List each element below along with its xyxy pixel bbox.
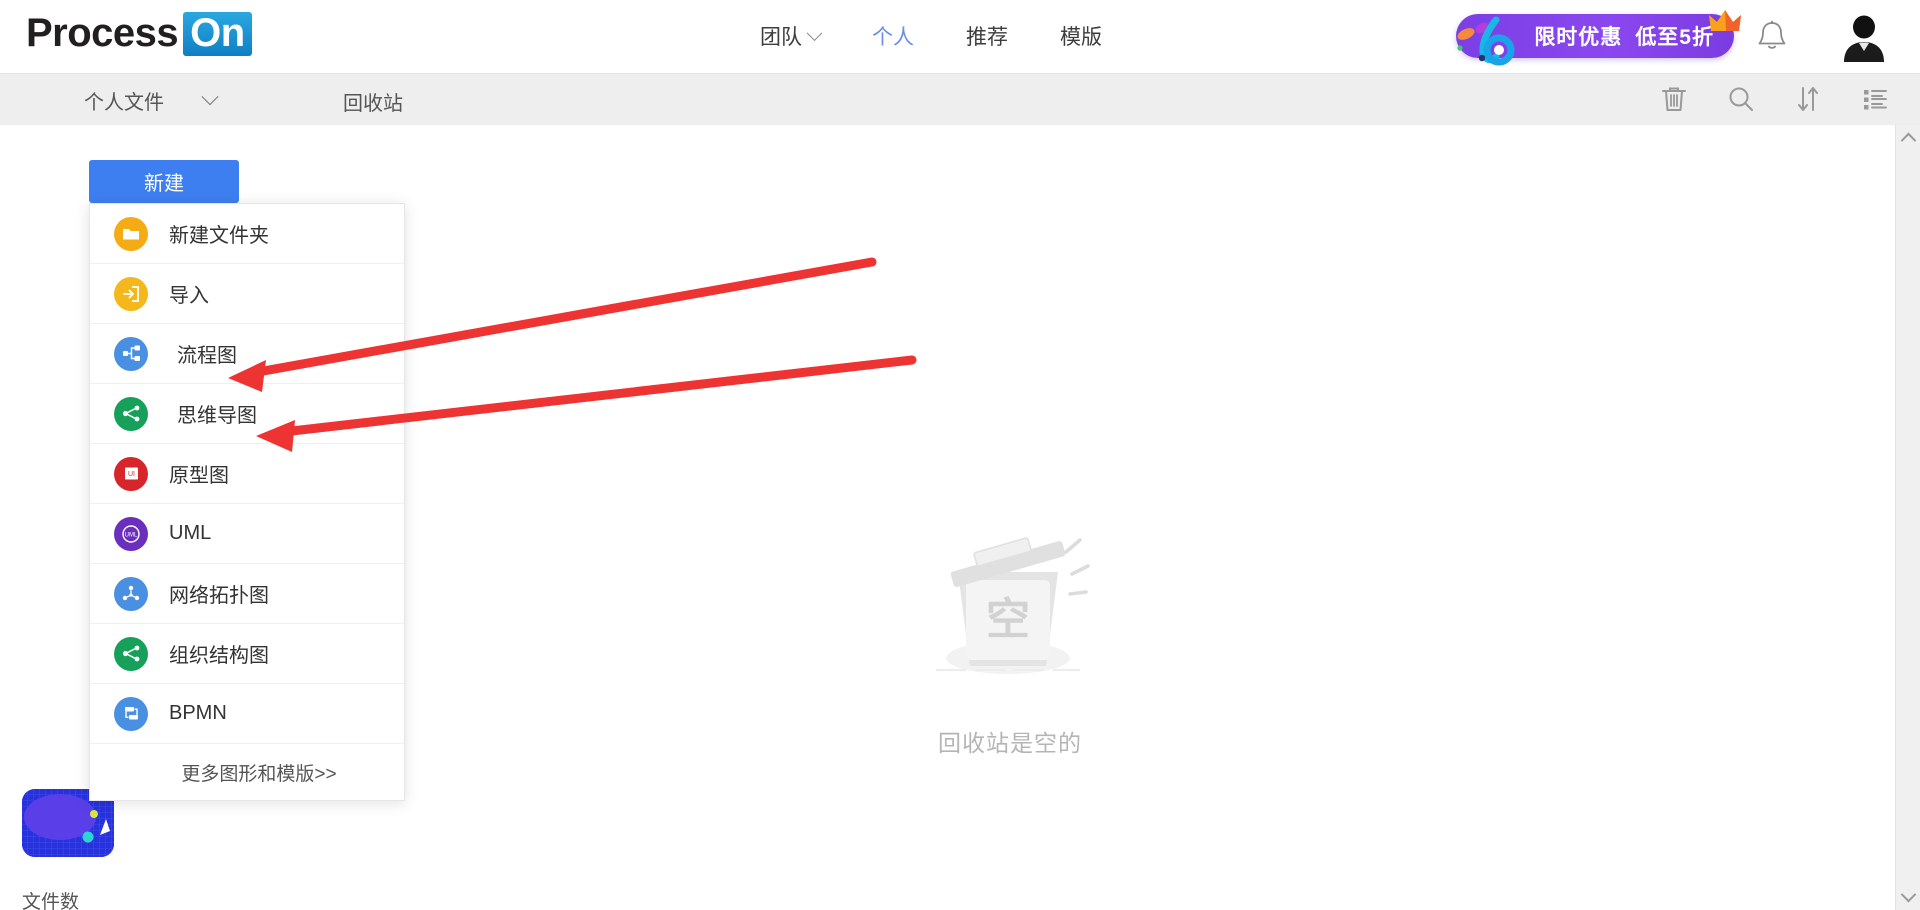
network-topology-icon (114, 576, 148, 611)
flowchart-icon (114, 336, 148, 371)
scrollbar-up-button[interactable] (1896, 125, 1920, 150)
promo-text-right: 低至5折 (1635, 26, 1714, 49)
empty-state-label: 回收站是空的 (938, 730, 1082, 756)
user-avatar-button[interactable] (1838, 10, 1890, 62)
app-root: Process On 团队 个人 推荐 模版 限时优惠 低至5折 个人文件 回收… (0, 0, 1920, 910)
nav-item-team-label: 团队 (760, 25, 802, 49)
uml-icon: UML (114, 516, 148, 551)
menu-item-more-shapes[interactable]: 更多图形和模版>> (90, 744, 404, 800)
empty-badge-text: 空 (986, 595, 1030, 644)
folder-selector-label: 个人文件 (84, 92, 164, 114)
logo-text-on: On (183, 11, 252, 56)
menu-item-prototype[interactable]: UI 原型图 (90, 444, 404, 504)
folder-icon (114, 216, 148, 251)
logo-text-process: Process (26, 11, 179, 55)
top-header: Process On 团队 个人 推荐 模版 限时优惠 低至5折 (0, 0, 1920, 74)
notification-bell-button[interactable] (1752, 16, 1792, 56)
menu-item-mindmap-label: 思维导图 (177, 405, 257, 427)
nav-item-templates-label: 模版 (1060, 25, 1102, 49)
svg-text:UI: UI (128, 471, 135, 478)
nav-item-templates[interactable]: 模版 (1060, 27, 1102, 48)
sub-toolbar: 个人文件 回收站 (0, 74, 1920, 125)
menu-item-network-topology-label: 网络拓扑图 (169, 585, 269, 607)
nav-item-recommend[interactable]: 推荐 (966, 27, 1008, 48)
bell-icon (1758, 20, 1786, 49)
chevron-down-icon (201, 87, 219, 105)
mindmap-icon (114, 396, 148, 431)
svg-text:UML: UML (125, 532, 138, 538)
main-navigation: 团队 个人 推荐 模版 (760, 0, 1102, 74)
search-icon[interactable] (1726, 84, 1756, 114)
folder-selector[interactable]: 个人文件 (84, 86, 219, 115)
nav-item-personal-label: 个人 (872, 25, 914, 49)
org-chart-icon (114, 636, 148, 671)
toolbar-actions (1659, 84, 1890, 114)
menu-item-bpmn-label: BPMN (169, 702, 227, 724)
promo-text-left: 限时优惠 (1534, 26, 1623, 49)
import-icon (114, 276, 148, 311)
chevron-down-icon (1900, 886, 1917, 903)
menu-item-uml-label: UML (169, 522, 212, 544)
menu-item-more-shapes-label: 更多图形和模版>> (181, 763, 337, 785)
new-button[interactable]: 新建 (89, 160, 239, 203)
bpmn-icon (114, 696, 148, 731)
file-count-label: 文件数 (22, 892, 80, 910)
menu-item-network-topology[interactable]: 网络拓扑图 (90, 564, 404, 624)
chevron-down-icon (806, 24, 823, 41)
scrollbar-down-button[interactable] (1896, 885, 1920, 910)
menu-item-flowchart[interactable]: 流程图 (90, 324, 404, 384)
promo-banner[interactable]: 限时优惠 低至5折 (1456, 10, 1741, 66)
tab-recycle-bin[interactable]: 回收站 (343, 87, 403, 116)
menu-item-flowchart-label: 流程图 (177, 345, 237, 367)
promo-logo-icon (1457, 16, 1515, 66)
menu-item-prototype-label: 原型图 (169, 465, 229, 487)
menu-item-import[interactable]: 导入 (90, 264, 404, 324)
empty-trash-icon: 空 (936, 537, 1090, 674)
crown-icon (1709, 10, 1741, 31)
menu-item-bpmn[interactable]: BPMN (90, 684, 404, 744)
nav-item-team[interactable]: 团队 (760, 24, 823, 49)
prototype-icon: UI (114, 456, 148, 491)
trash-icon[interactable] (1659, 84, 1689, 114)
app-logo[interactable]: Process On (26, 11, 252, 56)
menu-item-new-folder-label: 新建文件夹 (169, 225, 269, 247)
nav-item-personal[interactable]: 个人 (872, 27, 914, 48)
chevron-up-icon (1900, 132, 1917, 149)
menu-item-org-chart-label: 组织结构图 (169, 645, 269, 667)
new-dropdown-menu: 新建文件夹 导入 流程图 思维导图 UI 原型图 UML UML 网络拓扑图 组… (89, 203, 405, 801)
menu-item-uml[interactable]: UML UML (90, 504, 404, 564)
menu-item-mindmap[interactable]: 思维导图 (90, 384, 404, 444)
vertical-scrollbar[interactable] (1895, 125, 1920, 910)
menu-item-org-chart[interactable]: 组织结构图 (90, 624, 404, 684)
menu-item-import-label: 导入 (169, 285, 209, 307)
empty-state: 空 回收站是空的 (880, 530, 1140, 758)
sort-icon[interactable] (1793, 84, 1823, 114)
nav-item-recommend-label: 推荐 (966, 25, 1008, 49)
avatar-icon (1838, 10, 1890, 62)
list-view-icon[interactable] (1860, 84, 1890, 114)
menu-item-new-folder[interactable]: 新建文件夹 (90, 204, 404, 264)
